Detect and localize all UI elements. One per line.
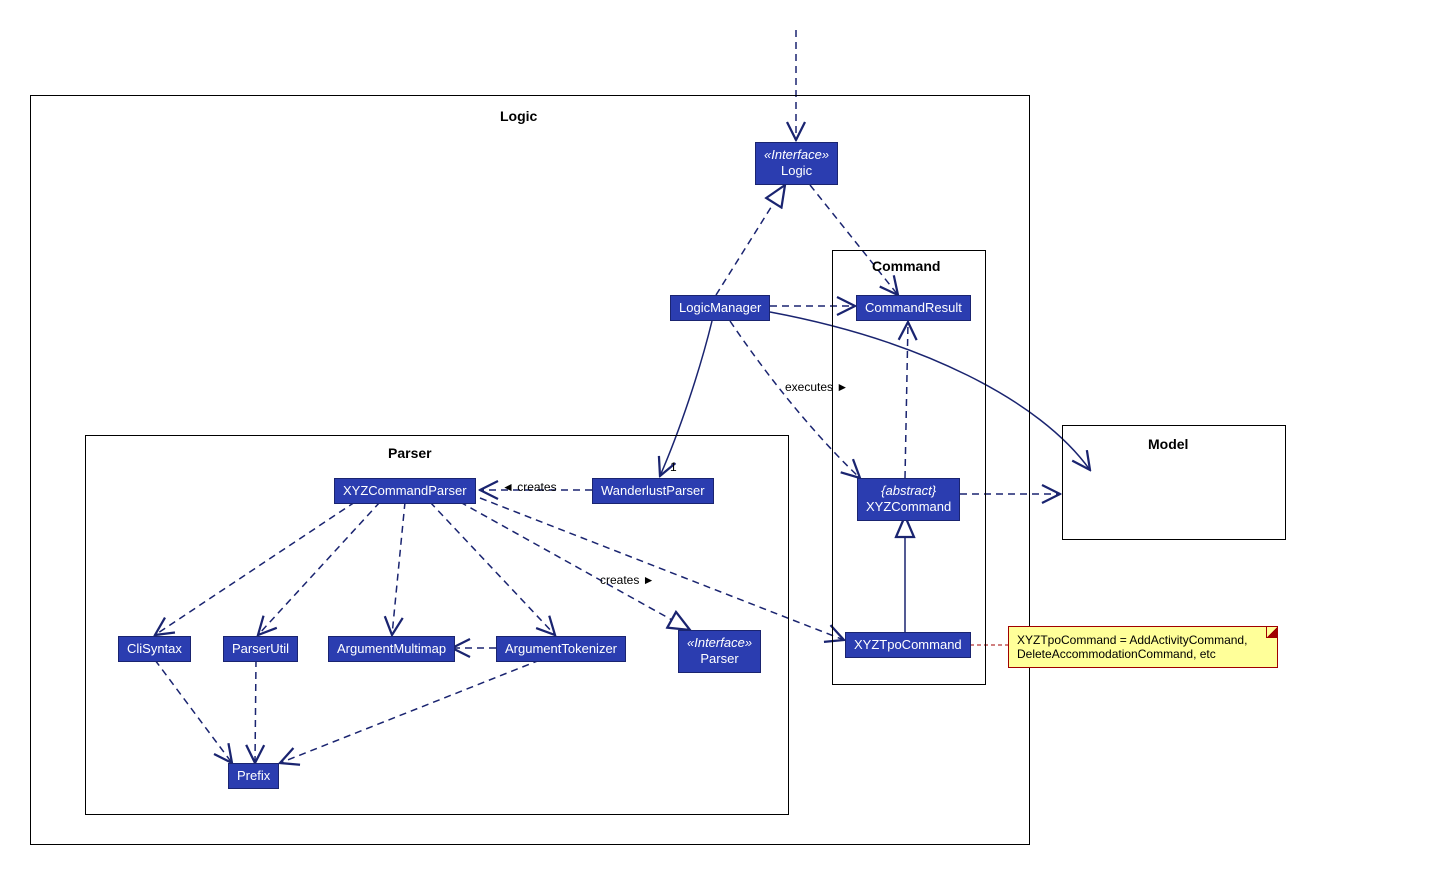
class-name: XYZTpoCommand <box>854 637 962 653</box>
class-name: ParserUtil <box>232 641 289 657</box>
package-command-label: Command <box>872 258 940 274</box>
class-name: WanderlustParser <box>601 483 705 499</box>
package-logic-label: Logic <box>500 108 537 124</box>
node-argument-multimap: ArgumentMultimap <box>328 636 455 662</box>
class-name: CommandResult <box>865 300 962 316</box>
note-xyz-tpo: XYZTpoCommand = AddActivityCommand, Dele… <box>1008 626 1278 668</box>
node-cli-syntax: CliSyntax <box>118 636 191 662</box>
label-executes: executes ► <box>785 380 848 394</box>
node-logic-interface: «Interface» Logic <box>755 142 838 185</box>
class-name: CliSyntax <box>127 641 182 657</box>
label-creates-1: ◄ creates <box>502 480 557 494</box>
class-name: XYZCommandParser <box>343 483 467 499</box>
node-xyz-command: {abstract} XYZCommand <box>857 478 960 521</box>
node-wanderlust-parser: WanderlustParser <box>592 478 714 504</box>
stereotype: {abstract} <box>866 483 951 499</box>
node-prefix: Prefix <box>228 763 279 789</box>
package-parser-label: Parser <box>388 445 432 461</box>
uml-diagram: CommandResult (dashed) --> WanderlustPar… <box>0 0 1440 877</box>
node-parser-util: ParserUtil <box>223 636 298 662</box>
package-model-label: Model <box>1148 436 1188 452</box>
node-xyz-tpo-command: XYZTpoCommand <box>845 632 971 658</box>
node-logic-manager: LogicManager <box>670 295 770 321</box>
node-command-result: CommandResult <box>856 295 971 321</box>
node-parser-interface: «Interface» Parser <box>678 630 761 673</box>
label-multiplicity-1: 1 <box>670 460 677 474</box>
node-xyz-command-parser: XYZCommandParser <box>334 478 476 504</box>
stereotype: «Interface» <box>764 147 829 163</box>
node-argument-tokenizer: ArgumentTokenizer <box>496 636 626 662</box>
class-name: XYZCommand <box>866 499 951 515</box>
stereotype: «Interface» <box>687 635 752 651</box>
class-name: Prefix <box>237 768 270 784</box>
class-name: ArgumentMultimap <box>337 641 446 657</box>
note-text: XYZTpoCommand = AddActivityCommand, Dele… <box>1017 633 1247 661</box>
class-name: ArgumentTokenizer <box>505 641 617 657</box>
label-creates-2: creates ► <box>600 573 655 587</box>
class-name: LogicManager <box>679 300 761 316</box>
class-name: Parser <box>687 651 752 667</box>
class-name: Logic <box>764 163 829 179</box>
